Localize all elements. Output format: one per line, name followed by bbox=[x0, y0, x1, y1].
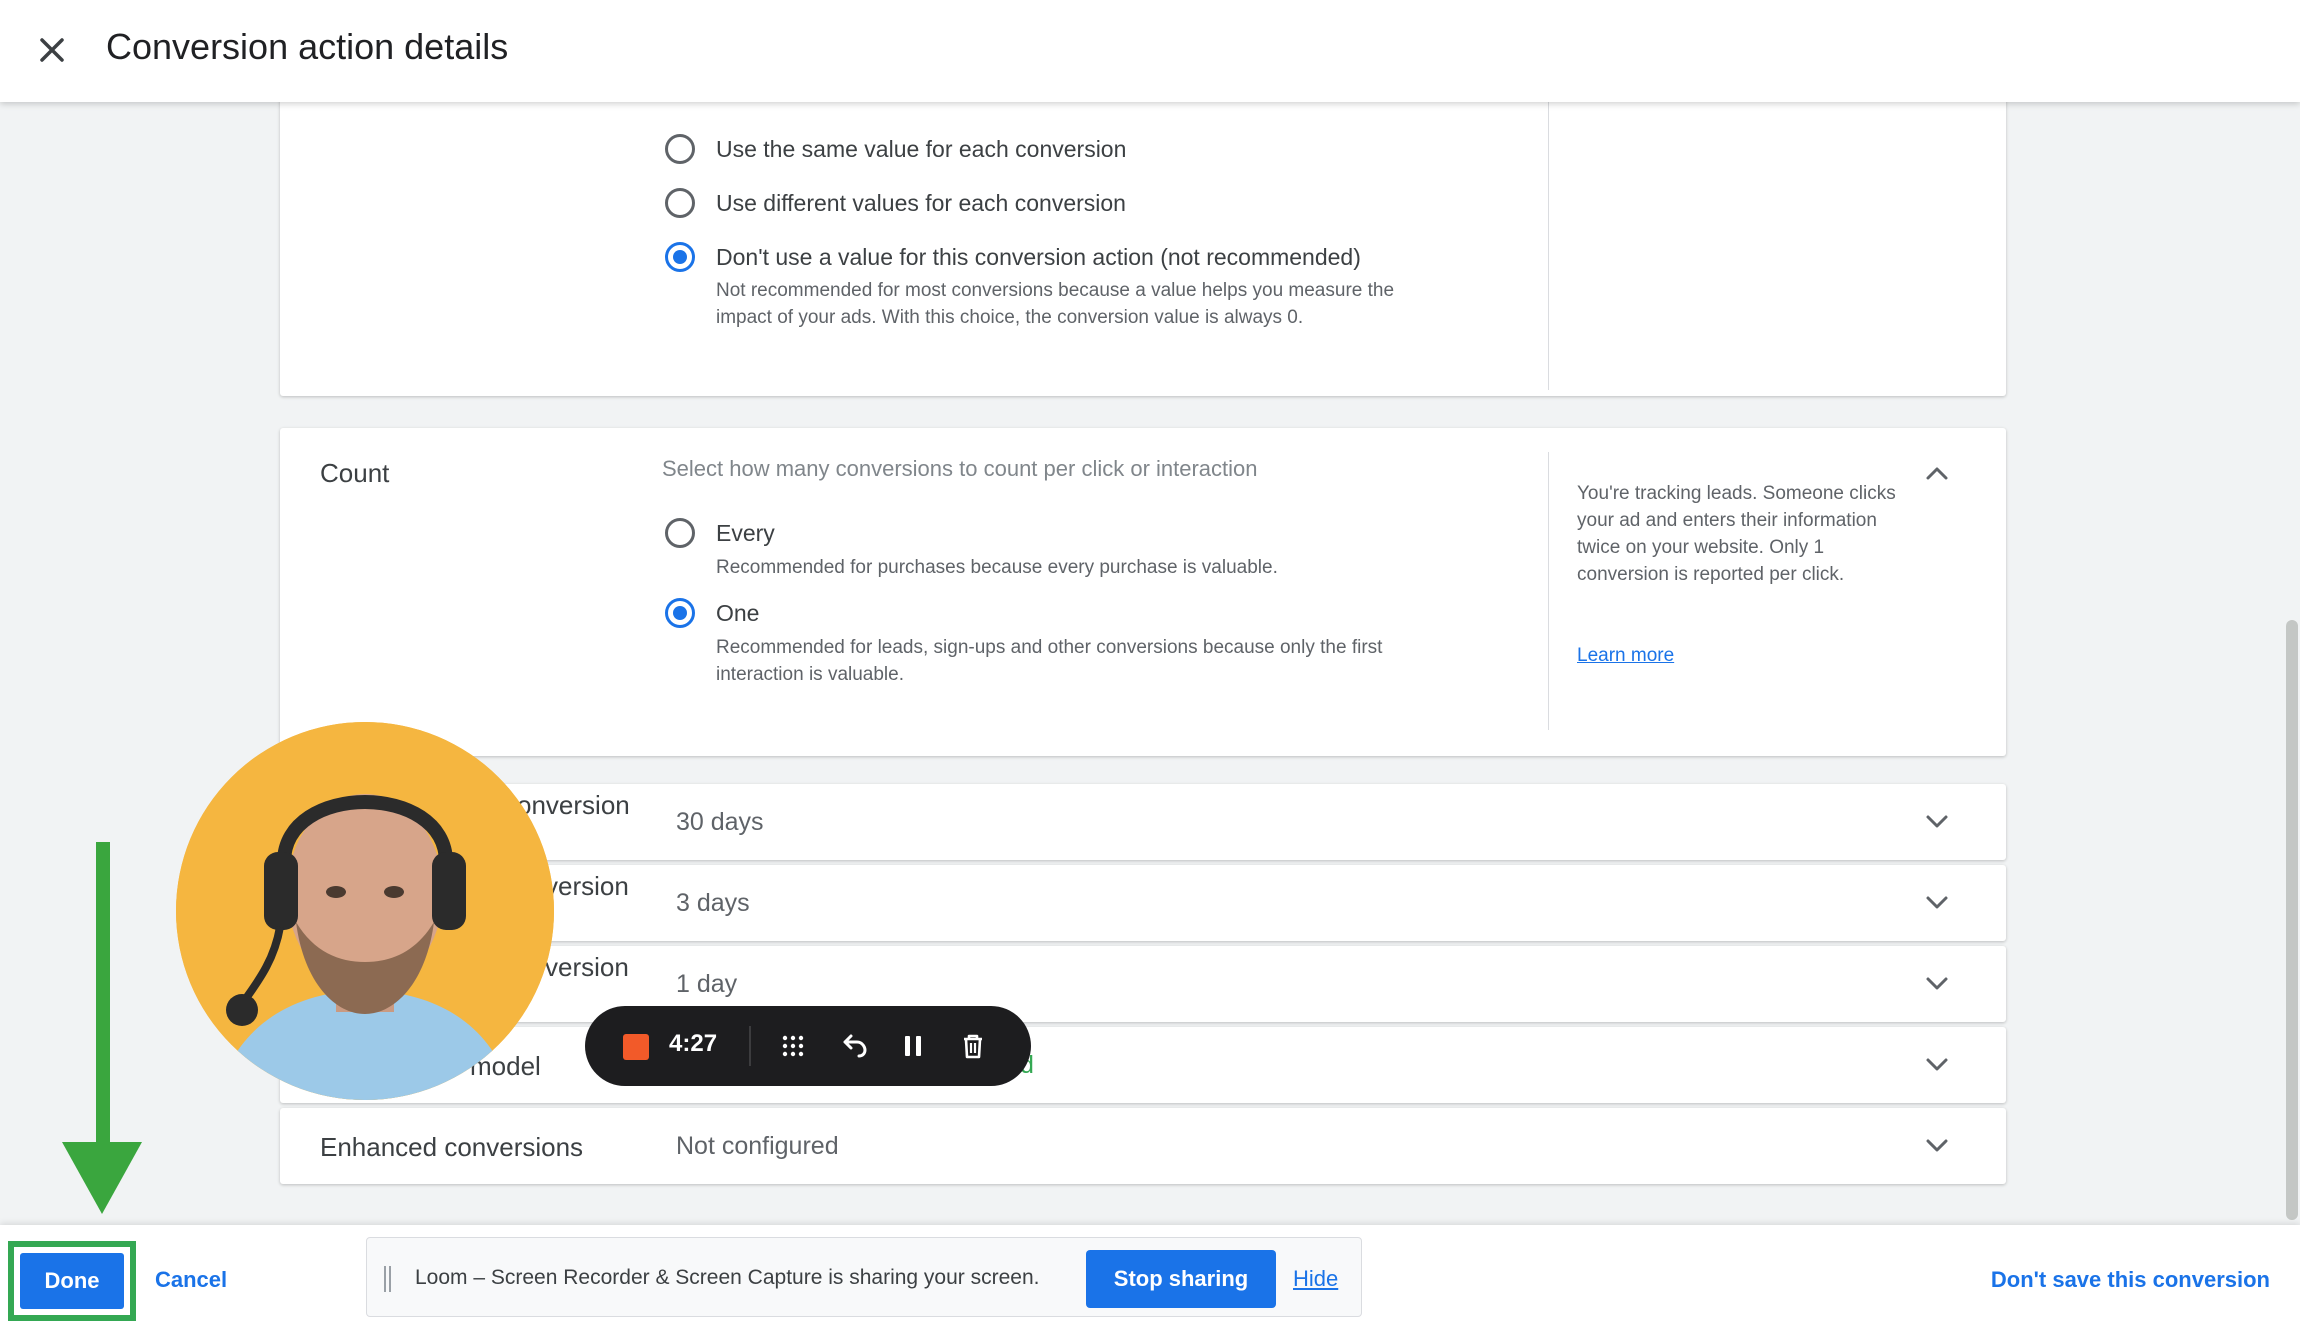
description-line: interaction is valuable. bbox=[716, 664, 904, 685]
count-title: Count bbox=[320, 458, 390, 488]
option-every-label: Every bbox=[716, 520, 775, 546]
recording-toolbar: 4:27 bbox=[585, 1006, 1031, 1086]
card-divider bbox=[1548, 452, 1549, 730]
draw-grid-icon[interactable] bbox=[775, 1028, 811, 1064]
close-icon[interactable] bbox=[30, 28, 74, 72]
description-line: Not recommended for most conversions bec… bbox=[716, 280, 1395, 301]
chevron-down-icon[interactable] bbox=[1920, 966, 1954, 1000]
dont-save-button[interactable]: Don't save this conversion bbox=[1991, 1267, 2270, 1293]
hide-link[interactable]: Hide bbox=[1293, 1266, 1338, 1292]
screen-share-message: Loom – Screen Recorder & Screen Capture … bbox=[415, 1266, 1040, 1289]
row-label: Enhanced conversions bbox=[320, 1132, 584, 1162]
row-value: 3 days bbox=[676, 889, 750, 917]
row-label: onversion bbox=[517, 790, 630, 820]
option-no-value-label: Don't use a value for this conversion ac… bbox=[716, 244, 1361, 270]
row-value: 1 day bbox=[676, 970, 738, 998]
pause-icon[interactable] bbox=[895, 1028, 931, 1064]
scrollbar-thumb[interactable] bbox=[2286, 620, 2298, 1220]
row-label: version bbox=[545, 952, 629, 982]
chevron-up-icon[interactable] bbox=[1920, 456, 1954, 490]
value-card: Use the same value for each conversion U… bbox=[280, 80, 2006, 396]
option-no-value-description: Not recommended for most conversions bec… bbox=[716, 277, 1496, 331]
option-one-description: Recommended for leads, sign-ups and othe… bbox=[716, 634, 1496, 688]
presenter-image bbox=[176, 722, 554, 1100]
description-line: Recommended for leads, sign-ups and othe… bbox=[716, 637, 1383, 658]
row-value: 30 days bbox=[676, 808, 764, 836]
row-value: Not configured bbox=[676, 1132, 839, 1160]
chevron-down-icon[interactable] bbox=[1920, 1047, 1954, 1081]
action-bar: Done Cancel Loom – Screen Recorder & Scr… bbox=[0, 1225, 2300, 1330]
option-same-value-label: Use the same value for each conversion bbox=[716, 136, 1127, 162]
cancel-button[interactable]: Cancel bbox=[155, 1267, 227, 1293]
radio-count-every[interactable] bbox=[665, 518, 695, 548]
webcam-bubble[interactable] bbox=[176, 722, 554, 1100]
option-one-label: One bbox=[716, 600, 760, 626]
radio-count-one[interactable] bbox=[665, 598, 695, 628]
page-title: Conversion action details bbox=[106, 26, 509, 67]
dialog-header: Conversion action details bbox=[0, 0, 2300, 102]
done-button[interactable]: Done bbox=[20, 1253, 124, 1309]
stop-sharing-button[interactable]: Stop sharing bbox=[1086, 1250, 1276, 1308]
toolbar-divider bbox=[749, 1026, 751, 1066]
card-divider bbox=[1548, 100, 1549, 390]
undo-icon[interactable] bbox=[835, 1028, 871, 1064]
radio-different-values[interactable] bbox=[665, 188, 695, 218]
radio-same-value[interactable] bbox=[665, 134, 695, 164]
attribution-model-row[interactable]: model d bbox=[280, 1027, 2006, 1103]
option-different-values-label: Use different values for each conversion bbox=[716, 190, 1126, 216]
chevron-down-icon[interactable] bbox=[1920, 885, 1954, 919]
chevron-down-icon[interactable] bbox=[1920, 1128, 1954, 1162]
screen-share-banner: Loom – Screen Recorder & Screen Capture … bbox=[366, 1237, 1362, 1317]
enhanced-conversions-row[interactable]: Enhanced conversions Not configured bbox=[280, 1108, 2006, 1184]
annotation-arrow-icon bbox=[62, 842, 142, 1214]
trash-icon[interactable] bbox=[955, 1028, 991, 1064]
count-help-text: You're tracking leads. Someone clicks yo… bbox=[1577, 483, 1896, 585]
learn-more-link[interactable]: Learn more bbox=[1577, 642, 1674, 669]
radio-no-value[interactable] bbox=[665, 242, 695, 272]
count-card: Count Select how many conversions to cou… bbox=[280, 428, 2006, 756]
description-line: impact of your ads. With this choice, th… bbox=[716, 307, 1304, 328]
stop-recording-button[interactable] bbox=[623, 1034, 649, 1060]
drag-handle-icon[interactable] bbox=[383, 1266, 393, 1292]
chevron-down-icon[interactable] bbox=[1920, 804, 1954, 838]
recording-timer: 4:27 bbox=[669, 1030, 718, 1057]
row-label: version bbox=[545, 871, 629, 901]
count-hint: Select how many conversions to count per… bbox=[662, 456, 1258, 481]
option-every-description: Recommended for purchases because every … bbox=[716, 557, 1278, 578]
